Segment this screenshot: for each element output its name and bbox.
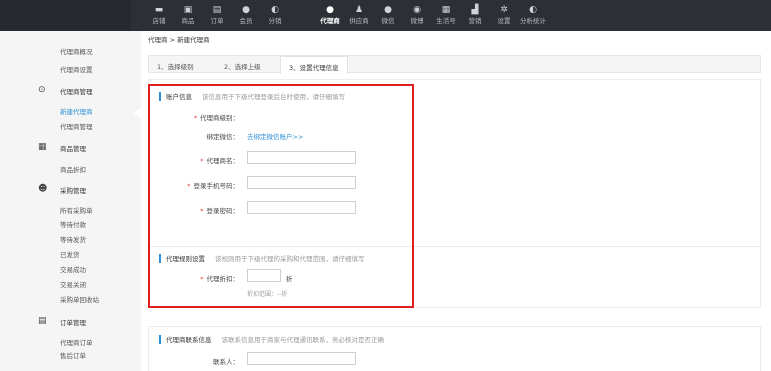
login-phone-label: * 登录手机号码： (187, 182, 239, 190)
section-marker (159, 92, 161, 101)
nav-item-store[interactable]: ▬ 店铺 (145, 0, 173, 31)
sidebar-item[interactable]: 代理商订单 (60, 337, 93, 347)
account-info-panel: 账户信息 该信息用于下级代理登录后台时使用，请仔细填写 * 代理商级别： 绑定微信：… (148, 79, 761, 246)
marketing-icon: ▟ (471, 5, 479, 15)
agent-manage-icon: ⊙ (38, 85, 46, 95)
bind-wechat-label: 绑定微信： (206, 133, 240, 141)
nav-item-label: 分析统计 (520, 17, 546, 25)
breadcrumb: 代理商 > 新建代理商 (148, 36, 210, 44)
section-marker (159, 335, 161, 344)
steps-bar: 1、选择级别 2、选择上级 3、设置代理信息 (148, 55, 761, 74)
sidebar-item[interactable]: 所有采购单 (60, 205, 93, 215)
section-title: 代理商联系信息 (166, 336, 212, 344)
sidebar-item[interactable]: 代理商管理 (60, 121, 93, 131)
goods-manage-icon: ▦ (38, 142, 47, 152)
sidebar-item[interactable]: 商品折扣 (60, 164, 86, 174)
nav-item-wechat[interactable]: ● 微信 (374, 0, 402, 31)
nav-item-member[interactable]: ● 会员 (232, 0, 260, 31)
account-info-header: 账户信息 该信息用于下级代理登录后台时使用，请仔细填写 (159, 91, 345, 101)
agent-icon: ● (326, 5, 334, 15)
discount-unit: 折 (286, 275, 293, 283)
nav-item-agent[interactable]: ● 代理商 (316, 0, 344, 31)
distribution-icon: ◐ (271, 5, 279, 15)
sidebar-item[interactable]: 采购单回收站 (60, 294, 99, 304)
discount-range-hint: 折扣范围：--折 (247, 291, 288, 298)
purchase-manage-icon: ☻ (38, 184, 48, 194)
sidebar-item[interactable]: 等待发货 (60, 234, 86, 244)
section-marker (159, 254, 161, 263)
nav-item-distribution[interactable]: ◐ 分销 (261, 0, 289, 31)
supplier-icon: ♟ (354, 5, 364, 15)
nav-item-label: 分销 (268, 17, 282, 25)
login-phone-input[interactable] (247, 176, 356, 189)
sidebar-item[interactable]: 等待付款 (60, 219, 86, 229)
agent-name-input[interactable] (247, 151, 356, 164)
section-hint: 该规则用于下级代理的采购和代理范围，请仔细填写 (215, 255, 365, 263)
nav-item-supplier[interactable]: ♟ 供应商 (345, 0, 373, 31)
nav-item-weibo[interactable]: ◉ 微博 (403, 0, 431, 31)
active-item-pointer (133, 108, 141, 118)
store-icon: ▬ (154, 5, 164, 15)
login-password-label: * 登录密码： (200, 207, 239, 215)
nav-item-order[interactable]: ▤ 订单 (203, 0, 231, 31)
section-title: 代理规则设置 (166, 255, 205, 263)
section-hint: 该联系信息用于商家与代理通讯联系，务必核对是否正确 (221, 336, 385, 344)
weibo-icon: ◉ (413, 5, 421, 15)
step-select-level[interactable]: 1、选择级别 (157, 61, 194, 71)
settings-icon: ✲ (500, 5, 508, 15)
sidebar-group-agent-manage[interactable]: 代理商管理 (60, 86, 93, 96)
member-icon: ● (242, 5, 250, 15)
nav-item-settings[interactable]: ✲ 设置 (490, 0, 518, 31)
agent-discount-input[interactable] (247, 269, 281, 282)
sidebar-item[interactable]: 代理商设置 (60, 64, 93, 74)
contact-person-input[interactable] (247, 352, 356, 365)
order-icon: ▤ (212, 5, 222, 15)
agent-name-label: * 代理商名： (200, 157, 239, 165)
nav-item-goods[interactable]: ▣ 商品 (174, 0, 202, 31)
analytics-icon: ◐ (529, 5, 537, 15)
step-set-agent-info[interactable]: 3、设置代理信息 (280, 56, 348, 74)
order-manage-icon: ▤ (38, 316, 47, 326)
sidebar-group-goods-manage[interactable]: 商品管理 (60, 143, 86, 153)
sidebar-item[interactable]: 新建代理商 (60, 106, 93, 116)
login-password-input[interactable] (247, 201, 356, 214)
section-title: 账户信息 (166, 93, 192, 101)
nav-item-marketing[interactable]: ▟ 营销 (461, 0, 489, 31)
section-hint: 该信息用于下级代理登录后台时使用，请仔细填写 (202, 93, 345, 101)
contact-person-label: 联系人： (213, 358, 239, 366)
sidebar-group-order-manage[interactable]: 订单管理 (60, 317, 86, 327)
agent-rules-header: 代理规则设置 该规则用于下级代理的采购和代理范围，请仔细填写 (159, 253, 365, 263)
sidebar-group-purchase-manage[interactable]: 采购管理 (60, 185, 86, 195)
goods-icon: ▣ (183, 5, 193, 15)
wechat-icon: ● (384, 5, 392, 15)
sidebar-item[interactable]: 已发货 (60, 249, 80, 259)
sidebar-item[interactable]: 交易成功 (60, 264, 86, 274)
agent-level-label: * 代理商级别： (193, 114, 239, 122)
agent-rules-panel: 代理规则设置 该规则用于下级代理的采购和代理范围，请仔细填写 * 代理折扣： 折 折… (148, 246, 761, 308)
sidebar-item[interactable]: 代理商概况 (60, 46, 93, 56)
contact-info-header: 代理商联系信息 该联系信息用于商家与代理通讯联系，务必核对是否正确 (159, 334, 384, 344)
sidebar-item[interactable]: 售后订单 (60, 350, 86, 360)
nav-item-analytics[interactable]: ◐ 分析统计 (519, 0, 547, 31)
step-select-superior[interactable]: 2、选择上级 (224, 61, 261, 71)
life-account-icon: ▦ (441, 5, 451, 15)
agent-discount-label: * 代理折扣： (200, 275, 239, 283)
logo-area (0, 0, 131, 31)
sidebar-item[interactable]: 交易关闭 (60, 279, 86, 289)
bind-wechat-link[interactable]: 去绑定微信账户>> (247, 131, 303, 141)
contact-info-panel: 代理商联系信息 该联系信息用于商家与代理通讯联系，务必核对是否正确 联系人： (148, 326, 761, 371)
nav-item-life-account[interactable]: ▦ 生活号 (432, 0, 460, 31)
